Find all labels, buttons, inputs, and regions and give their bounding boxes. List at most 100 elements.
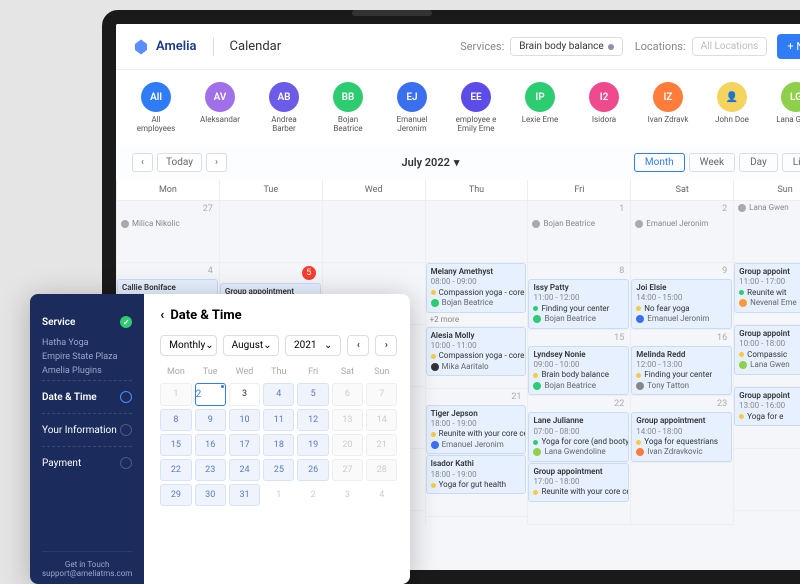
calendar-cell[interactable]: 1Bojan Beatrice xyxy=(528,201,630,263)
mini-day[interactable]: 17 xyxy=(229,434,260,456)
mini-day[interactable]: 15 xyxy=(160,434,191,456)
mini-day[interactable]: 5 xyxy=(297,383,328,406)
calendar-cell[interactable]: 8Issy Patty11:00 - 12:00Finding your cen… xyxy=(528,263,630,330)
employee-avatar[interactable]: 👤John Doe xyxy=(708,82,756,133)
calendar-cell[interactable]: Alesia Molly10:00 - 11:00Compassion yoga… xyxy=(426,327,528,389)
mini-day[interactable]: 6 xyxy=(332,383,363,406)
today-button[interactable]: Today xyxy=(157,153,202,172)
mini-day[interactable]: 3 xyxy=(332,484,363,506)
employee-avatar[interactable]: IZIvan Zdravk xyxy=(644,82,692,133)
mini-day[interactable]: 1 xyxy=(160,383,191,406)
employee-avatar[interactable]: AVAleksandar xyxy=(196,82,244,133)
month-select[interactable]: August⌄ xyxy=(223,335,279,356)
step-payment[interactable]: Payment xyxy=(42,449,132,477)
calendar-cell[interactable] xyxy=(734,449,800,511)
new-button[interactable]: + Ne xyxy=(777,34,800,59)
calendar-cell[interactable] xyxy=(426,201,528,263)
more-link[interactable]: +2 more xyxy=(426,313,528,326)
calendar-event[interactable]: Group appointment14:00 - 18:00Yoga for e… xyxy=(631,412,732,462)
view-month[interactable]: Month xyxy=(634,153,685,172)
employee-avatar[interactable]: I2Isidora xyxy=(580,82,628,133)
calendar-cell[interactable]: Group appoint13:00 - 16:00Yoga for e xyxy=(734,387,800,449)
mini-day[interactable]: 28 xyxy=(366,459,397,481)
mini-day[interactable]: 9 xyxy=(195,409,226,431)
mini-prev[interactable]: ‹ xyxy=(347,335,369,356)
mini-day[interactable]: 26 xyxy=(297,459,328,481)
calendar-cell[interactable] xyxy=(220,201,322,263)
calendar-event[interactable]: Group appoint10:00 - 18:00CompassicLana … xyxy=(734,325,800,375)
calendar-event[interactable]: Tiger Jepson18:00 - 19:00Reunite with yo… xyxy=(426,405,527,455)
calendar-cell[interactable]: Lana Gwen xyxy=(734,201,800,263)
calendar-cell[interactable]: 16Melinda Redd12:00 - 13:00Finding your … xyxy=(631,330,733,397)
calendar-cell[interactable] xyxy=(631,463,733,525)
mini-day[interactable]: 21 xyxy=(366,434,397,456)
calendar-cell[interactable]: Group appointment17:00 - 18:00Reunite wi… xyxy=(528,463,630,525)
calendar-cell[interactable]: 9Joi Elsie14:00 - 15:00No fear yogaEmanu… xyxy=(631,263,733,330)
mini-day[interactable]: 7 xyxy=(366,383,397,406)
period-label[interactable]: July 2022▾ xyxy=(401,156,459,169)
mini-day[interactable]: 19 xyxy=(297,434,328,456)
mini-day[interactable]: 31 xyxy=(229,484,260,506)
employee-avatar[interactable]: LGLana Gwen xyxy=(772,82,800,133)
employee-avatar[interactable]: IPLexie Eme xyxy=(516,82,564,133)
services-filter[interactable]: Brain body balance xyxy=(510,37,622,56)
calendar-cell[interactable]: 2Emanuel Jeronim xyxy=(631,201,733,263)
calendar-event[interactable]: Lyndsey Nonie09:00 - 10:00Brain body bal… xyxy=(528,346,629,396)
calendar-event[interactable]: Group appoint11:00 - 17:00Reunite witNev… xyxy=(734,263,800,313)
mini-day[interactable]: 12 xyxy=(297,409,328,431)
step-datetime[interactable]: Date & Time xyxy=(42,383,132,411)
mini-day[interactable]: 4 xyxy=(263,383,294,406)
calendar-cell[interactable]: 27Milica Nikolic xyxy=(117,201,219,263)
year-select[interactable]: 2021⌄ xyxy=(285,335,341,356)
chevron-left-icon[interactable]: ‹ xyxy=(160,308,164,323)
calendar-event[interactable]: Group appointment17:00 - 18:00Reunite wi… xyxy=(528,463,629,502)
mini-day[interactable]: 22 xyxy=(160,459,191,481)
calendar-cell[interactable]: 22Lane Julianne07:00 - 08:00Yoga for cor… xyxy=(528,396,630,463)
step-service[interactable]: Service✓ xyxy=(42,308,132,336)
mini-day[interactable]: 4 xyxy=(366,484,397,506)
mini-day[interactable]: 27 xyxy=(332,459,363,481)
mini-day[interactable]: 10 xyxy=(229,409,260,431)
calendar-cell[interactable]: Melany Amethyst08:00 - 09:00Compassion y… xyxy=(426,263,528,327)
prev-button[interactable]: ‹ xyxy=(132,153,153,172)
mini-day[interactable]: 24 xyxy=(229,459,260,481)
next-button[interactable]: › xyxy=(206,153,227,172)
mini-day[interactable]: 14 xyxy=(366,409,397,431)
view-week[interactable]: Week xyxy=(689,153,735,172)
calendar-cell[interactable] xyxy=(323,201,425,263)
mini-day[interactable]: 18 xyxy=(263,434,294,456)
mini-day[interactable]: 20 xyxy=(332,434,363,456)
employee-avatar[interactable]: ABAndrea Barber xyxy=(260,82,308,133)
calendar-cell[interactable]: 15Lyndsey Nonie09:00 - 10:00Brain body b… xyxy=(528,330,630,397)
calendar-event[interactable]: Isador Kathi18:00 - 19:00Yoga for gut he… xyxy=(426,455,527,494)
calendar-cell[interactable]: Group appoint10:00 - 18:00CompassicLana … xyxy=(734,325,800,387)
employee-avatar[interactable]: BBBojan Beatrice xyxy=(324,82,372,133)
recurrence-select[interactable]: Monthly⌄ xyxy=(160,335,216,356)
employee-avatar[interactable]: EJEmanuel Jeronim xyxy=(388,82,436,133)
calendar-event[interactable]: Melany Amethyst08:00 - 09:00Compassion y… xyxy=(426,263,527,313)
step-info[interactable]: Your Information xyxy=(42,416,132,444)
view-list[interactable]: List xyxy=(782,153,800,172)
calendar-event[interactable]: Joi Elsie14:00 - 15:00No fear yogaEmanue… xyxy=(631,279,732,329)
mini-day[interactable]: 11 xyxy=(263,409,294,431)
mini-day[interactable]: 8 xyxy=(160,409,191,431)
mini-day[interactable]: 1 xyxy=(263,484,294,506)
mini-day[interactable]: 16 xyxy=(195,434,226,456)
calendar-event[interactable]: Issy Patty11:00 - 12:00Finding your cent… xyxy=(528,279,629,329)
mini-day[interactable]: 29 xyxy=(160,484,191,506)
employee-avatar[interactable]: AllAll employees xyxy=(132,82,180,133)
calendar-cell[interactable]: Group appoint11:00 - 17:00Reunite witNev… xyxy=(734,263,800,325)
mini-next[interactable]: › xyxy=(375,335,397,356)
mini-day[interactable]: 25 xyxy=(263,459,294,481)
mini-day[interactable]: 3 xyxy=(229,383,260,406)
calendar-event[interactable]: Melinda Redd12:00 - 13:00Finding your ce… xyxy=(631,346,732,396)
calendar-event[interactable]: Lane Julianne07:00 - 08:00Yoga for core … xyxy=(528,412,629,462)
calendar-cell[interactable]: 23Group appointment14:00 - 18:00Yoga for… xyxy=(631,396,733,463)
locations-filter[interactable]: All Locations xyxy=(692,37,768,56)
view-day[interactable]: Day xyxy=(739,153,778,172)
calendar-cell[interactable]: 21Tiger Jepson18:00 - 19:00Reunite with … xyxy=(426,389,528,456)
employee-avatar[interactable]: EEemployee eEmily Eme xyxy=(452,82,500,133)
calendar-event[interactable]: Group appoint13:00 - 16:00Yoga for e xyxy=(734,387,800,426)
calendar-cell[interactable]: Isador Kathi18:00 - 19:00Yoga for gut he… xyxy=(426,455,528,517)
mini-day[interactable]: 2 xyxy=(297,484,328,506)
